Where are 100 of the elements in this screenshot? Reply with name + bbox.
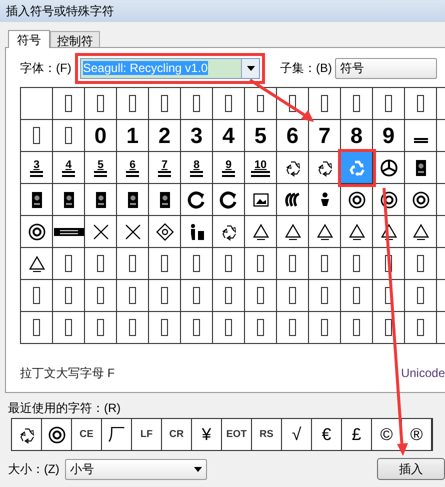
glyph-cell[interactable] <box>405 248 437 280</box>
glyph-cell[interactable] <box>341 152 373 184</box>
size-combobox[interactable]: 小号 <box>65 458 207 480</box>
recent-character[interactable]: © <box>372 419 402 450</box>
glyph-cell[interactable]: 6 <box>277 120 309 152</box>
glyph-cell[interactable] <box>149 216 181 248</box>
glyph-cell[interactable] <box>181 312 213 344</box>
subset-combobox[interactable]: 符号 <box>335 58 437 78</box>
glyph-cell[interactable] <box>373 152 405 184</box>
glyph-cell[interactable] <box>245 248 277 280</box>
glyph-cell[interactable] <box>245 280 277 312</box>
glyph-cell[interactable] <box>117 248 149 280</box>
glyph-cell[interactable] <box>85 248 117 280</box>
glyph-cell[interactable] <box>245 312 277 344</box>
glyph-cell[interactable] <box>405 184 437 216</box>
glyph-cell[interactable] <box>373 248 405 280</box>
glyph-cell[interactable] <box>21 312 53 344</box>
glyph-cell[interactable] <box>149 312 181 344</box>
glyph-cell[interactable] <box>85 280 117 312</box>
glyph-cell[interactable] <box>21 184 53 216</box>
glyph-cell[interactable] <box>117 280 149 312</box>
glyph-cell[interactable]: 5 <box>245 120 277 152</box>
glyph-cell[interactable] <box>405 88 437 120</box>
glyph-cell[interactable] <box>181 216 213 248</box>
glyph-cell[interactable] <box>277 184 309 216</box>
glyph-cell[interactable] <box>53 184 85 216</box>
glyph-cell[interactable] <box>53 216 85 248</box>
glyph-cell[interactable] <box>309 152 341 184</box>
recent-character[interactable] <box>42 419 72 450</box>
glyph-cell[interactable] <box>149 184 181 216</box>
glyph-cell[interactable] <box>213 280 245 312</box>
glyph-cell[interactable]: 9 <box>373 120 405 152</box>
glyph-cell[interactable] <box>277 216 309 248</box>
glyph-cell[interactable] <box>21 280 53 312</box>
glyph-cell[interactable]: 6 <box>117 152 149 184</box>
tab[interactable]: 符号 <box>8 30 50 48</box>
glyph-cell[interactable] <box>149 280 181 312</box>
glyph-cell[interactable] <box>85 312 117 344</box>
glyph-cell[interactable]: 3 <box>21 152 53 184</box>
glyph-cell[interactable] <box>213 184 245 216</box>
glyph-cell[interactable]: 0 <box>85 120 117 152</box>
glyph-cell[interactable] <box>245 216 277 248</box>
glyph-cell[interactable] <box>213 216 245 248</box>
glyph-cell[interactable] <box>373 280 405 312</box>
glyph-cell[interactable] <box>181 248 213 280</box>
glyph-cell[interactable] <box>117 88 149 120</box>
insert-button[interactable]: 插入 <box>377 458 445 480</box>
glyph-cell[interactable] <box>21 248 53 280</box>
recent-character[interactable]: ® <box>402 419 432 450</box>
recent-character[interactable]: CR <box>162 419 192 450</box>
glyph-cell[interactable]: 2 <box>149 120 181 152</box>
glyph-cell[interactable] <box>373 184 405 216</box>
glyph-cell[interactable] <box>341 184 373 216</box>
recent-character[interactable]: 厂 <box>102 419 132 450</box>
glyph-cell[interactable]: 1 <box>117 120 149 152</box>
recent-character[interactable]: ¥ <box>192 419 222 450</box>
glyph-cell[interactable] <box>117 312 149 344</box>
glyph-cell[interactable] <box>277 248 309 280</box>
recent-character[interactable]: EOT <box>222 419 252 450</box>
glyph-cell[interactable] <box>21 88 53 120</box>
glyph-cell[interactable]: 4 <box>53 152 85 184</box>
glyph-cell[interactable] <box>213 88 245 120</box>
glyph-cell[interactable] <box>341 248 373 280</box>
glyph-cell[interactable] <box>309 312 341 344</box>
glyph-cell[interactable]: 4 <box>213 120 245 152</box>
tab[interactable]: 控制符 <box>50 31 100 47</box>
glyph-cell[interactable] <box>85 88 117 120</box>
glyph-cell[interactable] <box>277 312 309 344</box>
glyph-cell[interactable] <box>213 248 245 280</box>
recent-character[interactable]: CE <box>72 419 102 450</box>
glyph-cell[interactable] <box>85 216 117 248</box>
glyph-cell[interactable]: 8 <box>341 120 373 152</box>
glyph-cell[interactable]: 7 <box>309 120 341 152</box>
glyph-cell[interactable] <box>53 120 85 152</box>
recent-character[interactable]: £ <box>342 419 372 450</box>
recent-character[interactable]: LF <box>132 419 162 450</box>
glyph-cell[interactable] <box>53 312 85 344</box>
glyph-cell[interactable] <box>341 312 373 344</box>
glyph-cell[interactable] <box>21 216 53 248</box>
glyph-cell[interactable] <box>405 216 437 248</box>
glyph-cell[interactable]: 9 <box>213 152 245 184</box>
glyph-cell[interactable] <box>405 152 437 184</box>
glyph-cell[interactable] <box>373 88 405 120</box>
recent-character[interactable]: RS <box>252 419 282 450</box>
glyph-cell[interactable] <box>181 88 213 120</box>
glyph-cell[interactable] <box>373 312 405 344</box>
glyph-cell[interactable] <box>373 216 405 248</box>
glyph-cell[interactable] <box>149 248 181 280</box>
glyph-cell[interactable]: 8 <box>181 152 213 184</box>
recent-character[interactable]: √ <box>282 419 312 450</box>
glyph-cell[interactable] <box>341 88 373 120</box>
glyph-cell[interactable]: 3 <box>181 120 213 152</box>
glyph-cell[interactable] <box>213 312 245 344</box>
glyph-cell[interactable] <box>309 280 341 312</box>
glyph-cell[interactable] <box>309 216 341 248</box>
glyph-cell[interactable]: 5 <box>85 152 117 184</box>
glyph-cell[interactable] <box>245 88 277 120</box>
glyph-cell[interactable] <box>149 88 181 120</box>
recent-character[interactable]: € <box>312 419 342 450</box>
glyph-cell[interactable] <box>117 184 149 216</box>
